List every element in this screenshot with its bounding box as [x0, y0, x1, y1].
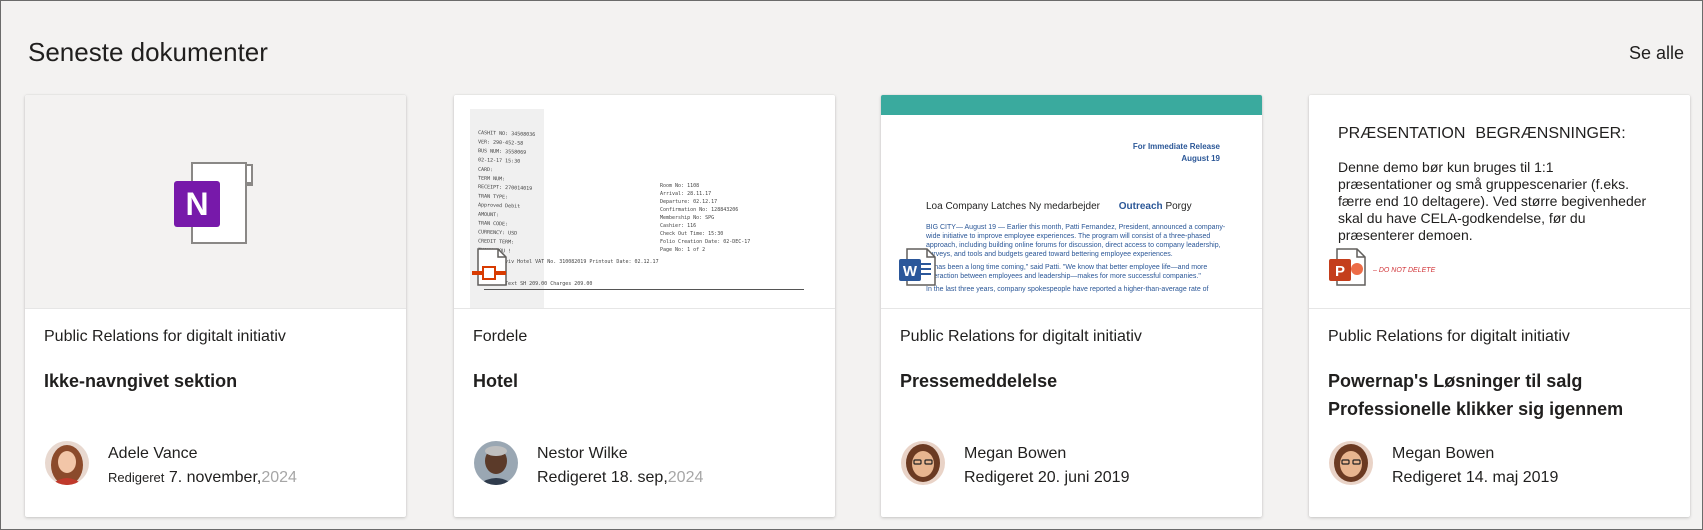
- do-not-delete-note: – DO NOT DELETE: [1373, 267, 1436, 274]
- edited-date-value: 7. november,: [168, 469, 262, 486]
- receipt-line: TRAN TYPE:: [477, 193, 509, 201]
- avatar: [901, 441, 945, 485]
- card-thumbnail: N: [25, 95, 406, 309]
- document-header-band: [881, 95, 1262, 115]
- card-thumbnail: CASHIT NO: 34508036 VER: 290-452-58 BUS NU…: [454, 95, 835, 309]
- receipt-line: TRAN CODE:: [477, 220, 509, 228]
- card-title-line: Powernap's Løsninger til salg: [1328, 371, 1583, 391]
- edited-date: Redigeret 18. sep,2024: [537, 469, 703, 487]
- section-header: Seneste dokumenter Se alle: [1, 1, 1702, 91]
- edited-date: Redigeret 20. juni 2019: [964, 469, 1129, 487]
- edited-date-value: 14. maj 2019: [1465, 469, 1559, 486]
- receipt-line: Cashier: 116: [660, 223, 697, 229]
- edited-date-value: 20. juni 2019: [1037, 469, 1130, 486]
- receipt-line: Folio Creation Date: 02-DEC-17: [660, 239, 751, 245]
- edited-year: 2024: [261, 469, 297, 486]
- edited-label: Redigeret: [964, 469, 1034, 486]
- card-title-line: Hotel: [473, 371, 518, 391]
- document-file-icon: [472, 247, 512, 287]
- document-card-onenote[interactable]: N Public Relations for digitalt initiati…: [25, 95, 406, 517]
- section-title: Seneste dokumenter: [28, 37, 268, 67]
- document-paragraph-line: In the last three years, company spokesp…: [926, 286, 1209, 293]
- receipt-line: Departure: 02.12.17: [660, 199, 718, 205]
- document-headline: Loa Company Latches Ny medarbejder Outre…: [926, 201, 1192, 212]
- release-note: For Immediate Release August 19: [1132, 142, 1220, 163]
- author-name: Megan Bowen: [1392, 445, 1495, 462]
- svg-text:W: W: [903, 263, 918, 280]
- receipt-line: CREDIT TERM:: [477, 238, 515, 246]
- document-paragraph-line: interaction between employees and leader…: [926, 273, 1201, 280]
- receipt-line: Check Out Time: 15:30: [660, 231, 724, 237]
- avatar: [1329, 441, 1373, 485]
- slide-body: Denne demo bør kun bruges til 1:1 præsen…: [1338, 159, 1647, 243]
- document-paragraph-line: BIG CITY— August 19 — Earlier this month…: [926, 224, 1226, 231]
- card-location: Public Relations for digitalt initiativ: [44, 328, 286, 345]
- receipt-line: Arrival: 28.11.17: [660, 191, 712, 197]
- edited-date: Redigeret 14. maj 2019: [1392, 469, 1558, 487]
- author-name: Nestor Wilke: [537, 445, 628, 462]
- avatar: [474, 441, 518, 485]
- document-paragraph-line: surveys, and tools and budgets geared to…: [926, 251, 1173, 258]
- avatar: [45, 441, 89, 485]
- receipt-line: Room No: 1108: [660, 183, 700, 189]
- receipt-line: AMOUNT:: [477, 211, 500, 219]
- edited-label: Redigeret: [1392, 469, 1462, 486]
- document-card-powerpoint[interactable]: PRÆSENTATION BEGRÆNSNINGER: Denne demo bø…: [1309, 95, 1690, 517]
- edited-label: Redigeret: [108, 470, 165, 485]
- card-title: Ikke-navngivet sektion: [44, 367, 394, 395]
- document-card-word[interactable]: For Immediate Release August 19 Loa Comp…: [881, 95, 1262, 517]
- card-title: Powernap's Løsninger til salg Profession…: [1328, 367, 1678, 423]
- card-title: Pressemeddelelse: [900, 367, 1250, 395]
- receipt-line: Page No: 1 of 2: [660, 247, 706, 253]
- see-all-link[interactable]: Se alle: [1629, 43, 1684, 64]
- onenote-file-icon: N: [170, 155, 266, 251]
- author-name: Megan Bowen: [964, 445, 1067, 462]
- receipt-line: CARD:: [477, 166, 494, 174]
- document-paragraph-line: approach, including building online foru…: [926, 242, 1221, 249]
- receipt-line: Confirmation No: 128843206: [660, 207, 739, 213]
- powerpoint-file-icon: P: [1327, 247, 1367, 287]
- edited-date: Redigeret 7. november,2024: [108, 469, 297, 487]
- svg-text:N: N: [185, 186, 208, 222]
- card-location: Fordele: [473, 328, 528, 345]
- slide-heading: PRÆSENTATION BEGRÆNSNINGER:: [1338, 125, 1626, 142]
- card-title-line: Ikke-navngivet sektion: [44, 371, 238, 391]
- receipt-line: TERM NUM:: [477, 175, 506, 183]
- card-thumbnail: PRÆSENTATION BEGRÆNSNINGER: Denne demo bø…: [1309, 95, 1690, 309]
- document-card-receipt[interactable]: CASHIT NO: 34508036 VER: 290-452-58 BUS NU…: [454, 95, 835, 517]
- edited-label: Redigeret: [537, 469, 607, 486]
- card-thumbnail: For Immediate Release August 19 Loa Comp…: [881, 95, 1262, 309]
- svg-text:P: P: [1335, 263, 1345, 280]
- receipt-preview: CASHIT NO: 34508036 VER: 290-452-58 BUS NU…: [460, 101, 820, 308]
- receipt-line: Tel Aviv Hotel VAT No. 310082019 Printou…: [490, 259, 659, 265]
- card-title-line: Professionelle klikker sig igennem: [1328, 399, 1624, 419]
- card-location: Public Relations for digitalt initiativ: [1328, 328, 1570, 345]
- card-title-line: Pressemeddelelse: [900, 371, 1058, 391]
- edited-year: 2024: [667, 469, 704, 486]
- document-paragraph-line: wide initiative to improve employee expe…: [926, 233, 1211, 240]
- card-title: Hotel: [473, 367, 823, 395]
- document-paragraph-line: "It has been a long time coming," said P…: [926, 264, 1208, 271]
- receipt-line: Membership No: SPG: [660, 215, 715, 221]
- edited-date-value: 18. sep,: [610, 469, 668, 486]
- author-name: Adele Vance: [108, 445, 198, 462]
- card-location: Public Relations for digitalt initiativ: [900, 328, 1142, 345]
- word-file-icon: W: [897, 247, 937, 287]
